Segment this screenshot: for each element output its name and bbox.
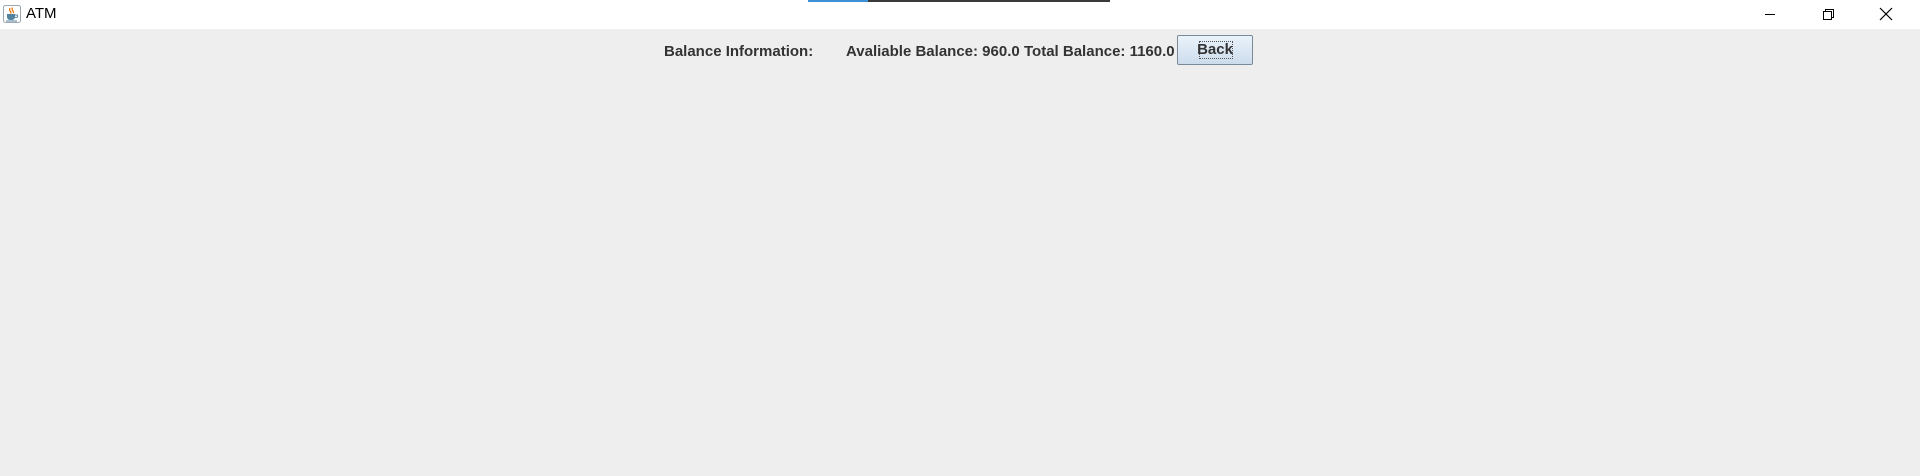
- java-cup-icon: [3, 5, 21, 23]
- atm-window: ATM Balance Information: Avaliable Balan…: [0, 0, 1920, 476]
- back-button[interactable]: Back: [1177, 35, 1253, 65]
- title-bar[interactable]: ATM: [0, 0, 1920, 29]
- title-accent-strip: [808, 0, 868, 2]
- back-button-label: Back: [1197, 41, 1233, 58]
- maximize-button[interactable]: [1799, 0, 1857, 29]
- window-title: ATM: [26, 5, 57, 22]
- minimize-button[interactable]: [1741, 0, 1799, 29]
- balance-panel: Balance Information: Avaliable Balance: …: [0, 29, 1920, 476]
- maximize-icon: [1823, 9, 1834, 20]
- total-balance-label: Total Balance: 1160.0: [1024, 43, 1175, 60]
- minimize-icon: [1765, 14, 1775, 15]
- available-balance-label: Avaliable Balance: 960.0: [846, 43, 1020, 60]
- close-button[interactable]: [1857, 0, 1915, 29]
- close-icon: [1879, 7, 1893, 21]
- title-accent-strip-dark: [868, 0, 1110, 2]
- balance-info-heading: Balance Information:: [664, 43, 814, 60]
